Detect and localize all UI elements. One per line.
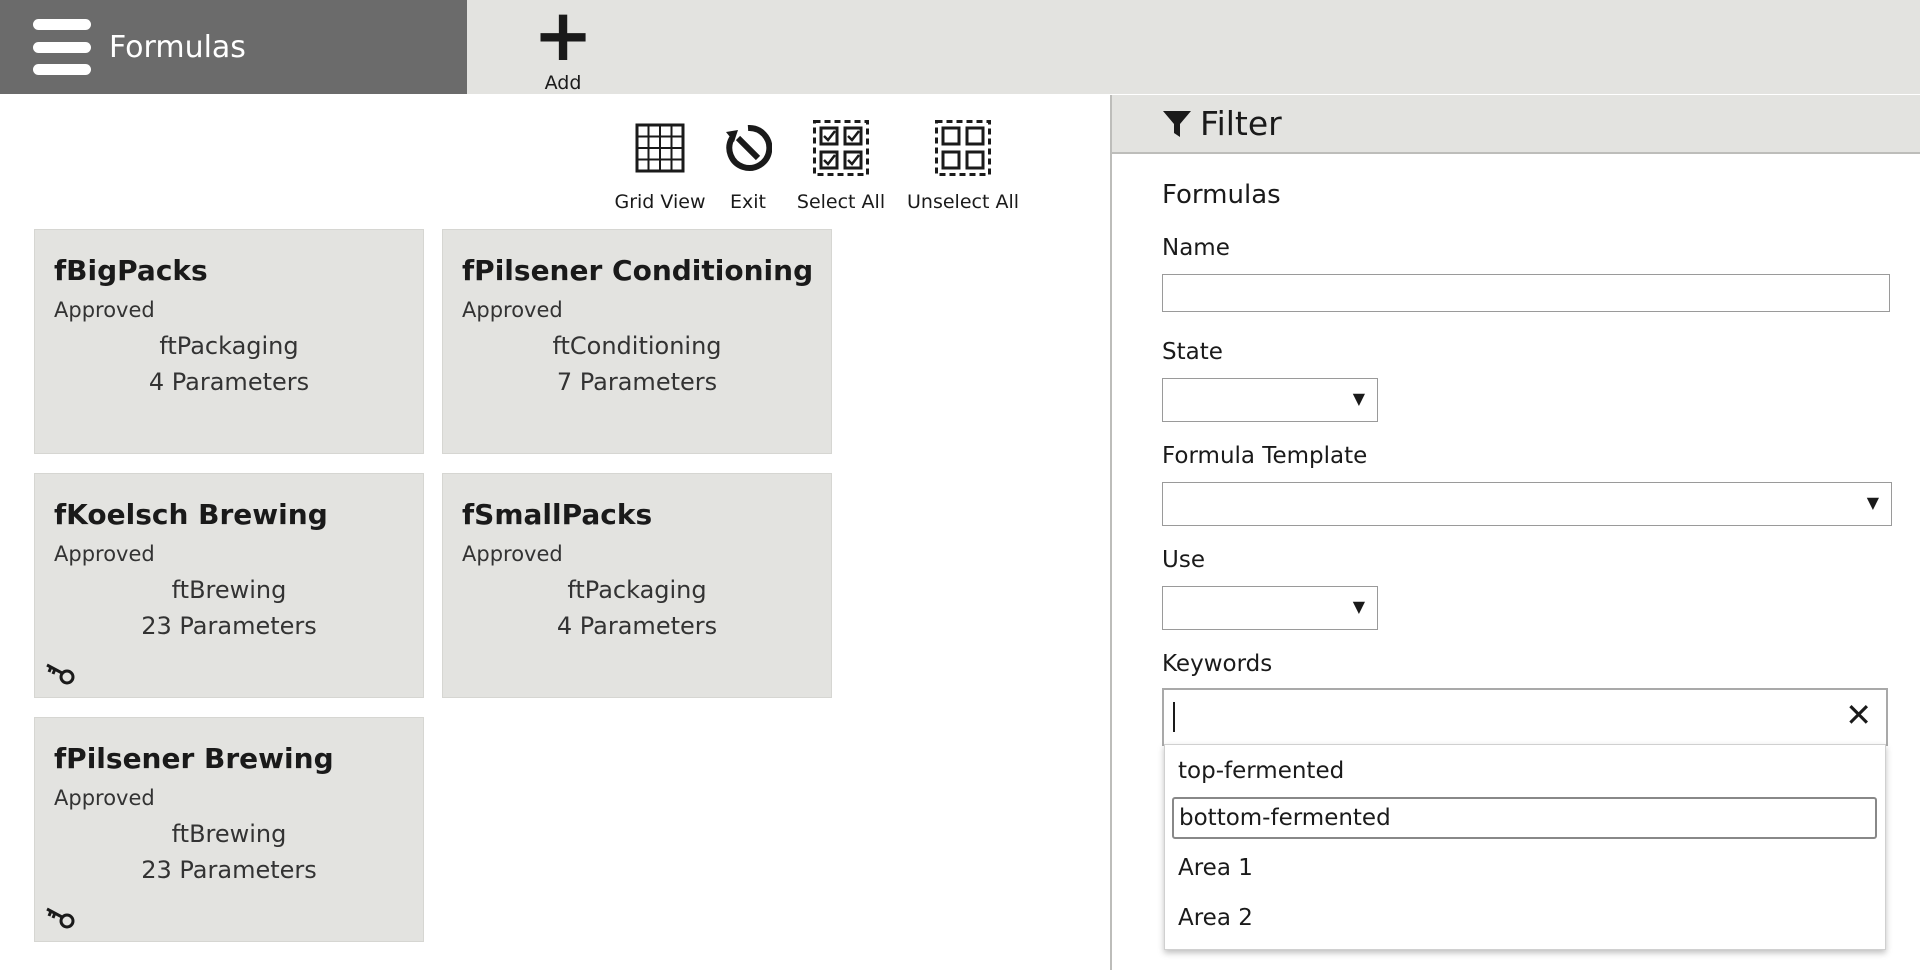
state-label: State xyxy=(1162,339,1223,365)
exit-icon xyxy=(718,118,778,178)
exit-label: Exit xyxy=(730,191,766,213)
hamburger-menu-icon[interactable] xyxy=(33,19,91,75)
select-all-label: Select All xyxy=(796,191,886,213)
grid-icon xyxy=(630,118,690,178)
card-template: ftConditioning xyxy=(552,332,722,360)
plus-icon: + xyxy=(532,0,594,77)
card-title: fPilsener Brewing xyxy=(54,742,334,775)
text-cursor xyxy=(1173,702,1175,732)
formula-template-label: Formula Template xyxy=(1162,443,1368,469)
formula-template-select[interactable]: ▼ xyxy=(1162,482,1892,526)
formula-card[interactable]: fPilsener Brewing Approved ftBrewing 23 … xyxy=(34,717,424,942)
key-icon xyxy=(45,659,77,687)
use-label: Use xyxy=(1162,547,1205,573)
grid-view-label: Grid View xyxy=(614,191,706,213)
card-state: Approved xyxy=(54,786,155,810)
card-params: 4 Parameters xyxy=(148,368,310,396)
card-title: fSmallPacks xyxy=(462,498,653,531)
use-select[interactable]: ▼ xyxy=(1162,586,1378,630)
formula-card[interactable]: fKoelsch Brewing Approved ftBrewing 23 P… xyxy=(34,473,424,698)
state-select[interactable]: ▼ xyxy=(1162,378,1378,422)
card-state: Approved xyxy=(54,542,155,566)
close-icon[interactable]: ✕ xyxy=(1845,696,1872,734)
name-input[interactable] xyxy=(1162,274,1890,312)
app-header: Formulas xyxy=(0,0,467,94)
chevron-down-icon: ▼ xyxy=(1866,493,1879,512)
card-params: 4 Parameters xyxy=(556,612,718,640)
unselect-all-icon xyxy=(933,118,993,178)
keywords-input[interactable]: ✕ xyxy=(1162,688,1888,746)
card-params: 23 Parameters xyxy=(141,612,317,640)
card-template: ftBrewing xyxy=(171,576,287,604)
unselect-all-label: Unselect All xyxy=(907,191,1019,213)
formula-card[interactable]: fSmallPacks Approved ftPackaging 4 Param… xyxy=(442,473,832,698)
dropdown-option[interactable]: Area 2 xyxy=(1165,896,1885,940)
formula-card[interactable]: fPilsener Conditioning Approved ftCondit… xyxy=(442,229,832,454)
chevron-down-icon: ▼ xyxy=(1352,389,1365,408)
filter-panel: Filter Formulas Name State ▼ Formula Tem… xyxy=(1110,95,1920,970)
dropdown-option[interactable]: top-fermented xyxy=(1165,749,1885,793)
card-params: 23 Parameters xyxy=(141,856,317,884)
select-all-button[interactable]: Select All xyxy=(796,118,886,213)
grid-view-button[interactable]: Grid View xyxy=(610,118,710,213)
select-all-icon xyxy=(811,118,871,178)
card-state: Approved xyxy=(462,542,563,566)
dropdown-option[interactable]: bottom-fermented xyxy=(1172,797,1877,839)
card-template: ftBrewing xyxy=(171,820,287,848)
name-label: Name xyxy=(1162,235,1230,261)
exit-button[interactable]: Exit xyxy=(718,118,778,213)
add-button[interactable]: + Add xyxy=(530,0,596,94)
card-state: Approved xyxy=(54,298,155,322)
dropdown-option[interactable]: Area 1 xyxy=(1165,846,1885,890)
card-title: fKoelsch Brewing xyxy=(54,498,328,531)
filter-header[interactable]: Filter xyxy=(1112,95,1920,154)
page-title: Formulas xyxy=(109,29,246,65)
unselect-all-button[interactable]: Unselect All xyxy=(907,118,1019,213)
card-title: fBigPacks xyxy=(54,254,208,287)
filter-title: Filter xyxy=(1200,104,1282,143)
view-toolbar: Grid View Exit Select All Unselect All xyxy=(610,118,1019,213)
card-params: 7 Parameters xyxy=(556,368,718,396)
card-template: ftPackaging xyxy=(159,332,299,360)
filter-section-title: Formulas xyxy=(1162,180,1281,210)
formula-card[interactable]: fBigPacks Approved ftPackaging 4 Paramet… xyxy=(34,229,424,454)
card-template: ftPackaging xyxy=(567,576,707,604)
keywords-dropdown: top-fermented bottom-fermented Area 1 Ar… xyxy=(1164,744,1886,950)
card-state: Approved xyxy=(462,298,563,322)
funnel-icon xyxy=(1162,109,1192,139)
key-icon xyxy=(45,903,77,931)
add-button-label: Add xyxy=(544,72,582,94)
top-bar: Formulas + Add xyxy=(0,0,1920,94)
chevron-down-icon: ▼ xyxy=(1352,597,1365,616)
card-title: fPilsener Conditioning xyxy=(462,254,814,287)
keywords-label: Keywords xyxy=(1162,651,1273,677)
